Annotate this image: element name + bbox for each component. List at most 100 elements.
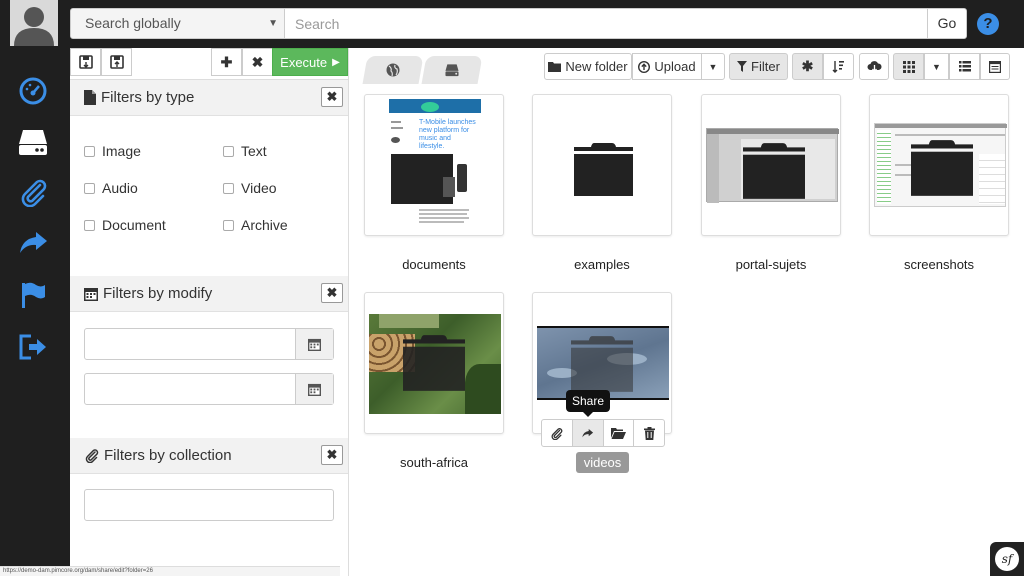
close-icon: ✖ bbox=[251, 53, 264, 70]
folder-tile-examples[interactable] bbox=[532, 94, 672, 236]
checkbox-label: Audio bbox=[102, 180, 138, 196]
dashboard-icon[interactable] bbox=[16, 74, 50, 108]
grid-size-dropdown-button[interactable]: ▼ bbox=[924, 53, 949, 80]
folder-icon bbox=[574, 143, 633, 196]
calendar-icon bbox=[84, 287, 98, 301]
load-filter-button[interactable] bbox=[70, 48, 101, 76]
folder-label-screenshots[interactable]: screenshots bbox=[859, 257, 1019, 272]
checkbox-document[interactable]: Document bbox=[84, 217, 166, 233]
grid-view-button[interactable] bbox=[893, 53, 924, 80]
trash-icon bbox=[643, 426, 655, 440]
detail-view-button[interactable] bbox=[980, 53, 1010, 80]
folder-tile-videos[interactable] bbox=[532, 292, 672, 434]
search-scope-select[interactable]: Search globally ▼ bbox=[70, 8, 285, 39]
folder-label-portal-sujets[interactable]: portal-sujets bbox=[691, 257, 851, 272]
checkbox-text[interactable]: Text bbox=[223, 143, 267, 159]
top-bar: Search globally ▼ Go ? bbox=[0, 0, 1024, 48]
grid-icon bbox=[902, 60, 915, 73]
filters-by-type-section: Filters by type ✖ Image Text Audio Video… bbox=[70, 80, 348, 276]
folder-label-videos[interactable]: videos bbox=[576, 452, 629, 473]
checkbox-box[interactable] bbox=[84, 182, 95, 194]
save-filter-button[interactable] bbox=[101, 48, 132, 76]
date-to-picker-button[interactable] bbox=[295, 374, 333, 404]
new-folder-button[interactable]: New folder bbox=[544, 53, 632, 80]
sort-button[interactable] bbox=[823, 53, 854, 80]
delete-button[interactable] bbox=[634, 420, 664, 446]
avatar[interactable] bbox=[10, 0, 58, 46]
folder-tile-screenshots[interactable] bbox=[869, 94, 1009, 236]
share-icon[interactable] bbox=[16, 225, 50, 259]
folder-tile-documents[interactable]: T-Mobile launches new platform for music… bbox=[364, 94, 504, 236]
sort-icon bbox=[832, 61, 844, 73]
drive-icon[interactable] bbox=[16, 125, 50, 159]
asterisk-icon: ✱ bbox=[801, 58, 814, 74]
checkbox-box[interactable] bbox=[84, 145, 95, 157]
screenshot-thumbnail bbox=[706, 128, 839, 203]
funnel-icon bbox=[737, 61, 748, 72]
add-filter-button[interactable]: ✚ bbox=[211, 48, 242, 76]
logout-icon[interactable] bbox=[16, 330, 50, 364]
checkbox-box[interactable] bbox=[84, 219, 95, 231]
checkbox-box[interactable] bbox=[223, 182, 234, 194]
calendar-icon bbox=[308, 338, 321, 351]
close-filters-by-collection-button[interactable]: ✖ bbox=[321, 445, 343, 465]
date-from-input[interactable] bbox=[85, 329, 295, 359]
globe-icon bbox=[386, 63, 400, 77]
close-filters-by-type-button[interactable]: ✖ bbox=[321, 87, 343, 107]
upload-dropdown-button[interactable]: ▼ bbox=[701, 53, 725, 80]
date-to-field[interactable] bbox=[84, 373, 334, 405]
filter-save-icon bbox=[109, 55, 124, 69]
checkbox-audio[interactable]: Audio bbox=[84, 180, 138, 196]
date-from-field[interactable] bbox=[84, 328, 334, 360]
photo-thumbnail bbox=[369, 314, 501, 414]
select-all-button[interactable]: ✱ bbox=[792, 53, 823, 80]
execute-button[interactable]: Execute ▶ bbox=[272, 48, 348, 76]
folder-label-south-africa[interactable]: south-africa bbox=[354, 455, 514, 470]
help-icon[interactable]: ? bbox=[977, 13, 999, 35]
go-button[interactable]: Go bbox=[927, 8, 967, 39]
screenshot-thumbnail bbox=[874, 123, 1007, 207]
checkbox-archive[interactable]: Archive bbox=[223, 217, 288, 233]
share-button[interactable] bbox=[572, 420, 604, 446]
filter-button[interactable]: Filter bbox=[729, 53, 788, 80]
folder-tile-portal-sujets[interactable] bbox=[701, 94, 841, 236]
filter-panel: ✚ ✖ Execute ▶ Filters by type ✖ Image Te… bbox=[70, 48, 349, 576]
paperclip-icon bbox=[551, 427, 563, 440]
paperclip-icon[interactable] bbox=[16, 175, 50, 209]
clear-filter-button[interactable]: ✖ bbox=[242, 48, 273, 76]
caret-down-icon: ▼ bbox=[708, 61, 718, 72]
filters-by-modify-title: Filters by modify bbox=[103, 285, 213, 302]
filter-toolbar: ✚ ✖ Execute ▶ bbox=[70, 48, 348, 80]
caret-down-icon: ▼ bbox=[268, 18, 278, 29]
folder-icon bbox=[548, 62, 562, 72]
list-view-button[interactable] bbox=[949, 53, 980, 80]
tab-global[interactable] bbox=[362, 56, 424, 84]
folder-label-documents[interactable]: documents bbox=[354, 257, 514, 272]
date-to-input[interactable] bbox=[85, 374, 295, 404]
cloud-download-button[interactable] bbox=[859, 53, 889, 80]
checkbox-box[interactable] bbox=[223, 145, 234, 157]
symfony-toolbar-badge[interactable]: sf bbox=[990, 542, 1024, 576]
folder-tile-south-africa[interactable] bbox=[364, 292, 504, 434]
filters-by-collection-section: Filters by collection ✖ bbox=[70, 438, 348, 576]
date-from-picker-button[interactable] bbox=[295, 329, 333, 359]
flag-icon[interactable] bbox=[16, 278, 50, 312]
upload-icon bbox=[638, 60, 651, 73]
checkbox-video[interactable]: Video bbox=[223, 180, 277, 196]
collection-input[interactable] bbox=[84, 489, 334, 521]
checkbox-box[interactable] bbox=[223, 219, 234, 231]
global-search-input[interactable] bbox=[285, 8, 928, 39]
folder-label-examples[interactable]: examples bbox=[522, 257, 682, 272]
list-icon bbox=[958, 61, 971, 72]
filter-label: Filter bbox=[751, 59, 780, 74]
file-icon bbox=[84, 90, 96, 105]
checkbox-label: Document bbox=[102, 217, 166, 233]
drive-icon bbox=[445, 64, 459, 77]
tab-drive[interactable] bbox=[421, 56, 483, 84]
close-filters-by-modify-button[interactable]: ✖ bbox=[321, 283, 343, 303]
open-folder-button[interactable] bbox=[604, 420, 635, 446]
plus-icon: ✚ bbox=[220, 53, 233, 70]
upload-button[interactable]: Upload bbox=[632, 53, 702, 80]
attach-button[interactable] bbox=[542, 420, 573, 446]
checkbox-image[interactable]: Image bbox=[84, 143, 141, 159]
